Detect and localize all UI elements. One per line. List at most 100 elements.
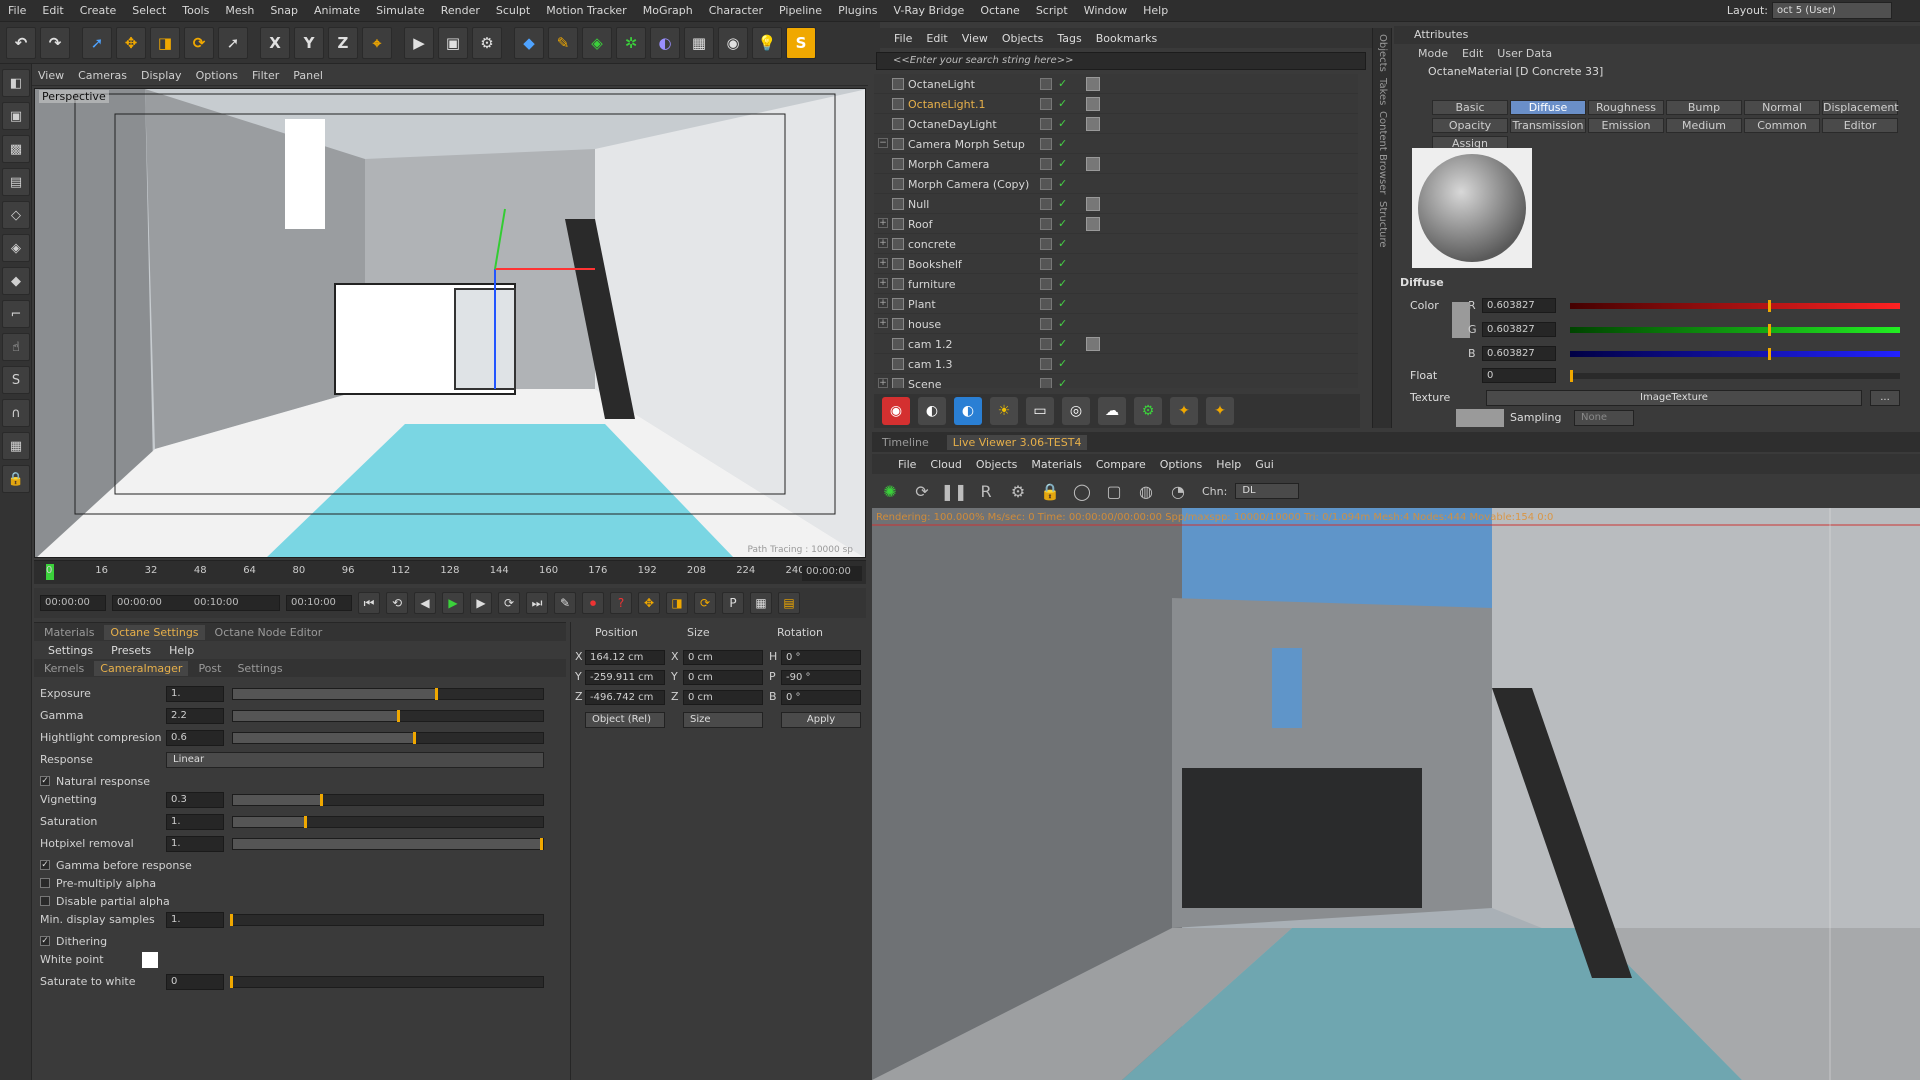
enabled-check-icon[interactable]: ✓ (1058, 237, 1067, 250)
menu-snap[interactable]: Snap (262, 4, 306, 17)
redo-icon[interactable]: ↷ (40, 26, 70, 59)
next-frame-icon[interactable]: ▶ (470, 592, 492, 614)
menu-help[interactable]: Help (1135, 4, 1176, 17)
menu-character[interactable]: Character (701, 4, 771, 17)
record-icon[interactable]: ⏺ (582, 592, 604, 614)
gamma-slider-knob[interactable] (397, 710, 401, 722)
viewer-menu-gui[interactable]: Gui (1255, 458, 1274, 471)
object-row[interactable]: OctaneDayLight ✓ (874, 114, 1358, 134)
object-name[interactable]: cam 1.3 (908, 358, 953, 371)
visibility-icon[interactable] (1040, 78, 1052, 90)
expand-toggle[interactable]: + (878, 218, 888, 228)
key-pla-icon[interactable]: ▦ (750, 592, 772, 614)
menu-window[interactable]: Window (1076, 4, 1135, 17)
object-tag-icon[interactable] (1086, 197, 1100, 211)
layout-select[interactable]: oct 5 (User) (1772, 2, 1892, 19)
side-tab-content-browser[interactable]: Content Browser (1377, 111, 1388, 194)
highlight-compression-slider[interactable] (232, 732, 544, 744)
saturate-to-white-field[interactable]: 0 (166, 974, 224, 990)
coordinate-system-icon[interactable]: ⌖ (362, 26, 392, 59)
prev-frame-icon[interactable]: ◀ (414, 592, 436, 614)
visibility-icon[interactable] (1040, 218, 1052, 230)
enabled-check-icon[interactable]: ✓ (1058, 97, 1067, 110)
subtab-settings[interactable]: Settings (231, 661, 288, 676)
enabled-check-icon[interactable]: ✓ (1058, 117, 1067, 130)
cloner-icon[interactable]: ✲ (616, 26, 646, 59)
b-rotation-field[interactable]: 0 ° (781, 690, 861, 705)
render-picture-viewer-icon[interactable]: ▣ (438, 26, 468, 59)
tab-octane-settings[interactable]: Octane Settings (104, 624, 205, 640)
saturate-to-white-slider-knob[interactable] (230, 976, 233, 988)
object-tag-icon[interactable] (1086, 77, 1100, 91)
object-name[interactable]: OctaneLight.1 (908, 98, 985, 111)
side-tab-takes[interactable]: Takes (1377, 78, 1388, 105)
object-row[interactable]: Morph Camera ✓ (874, 154, 1358, 174)
octane-daylight-icon[interactable]: ☀ (990, 397, 1018, 425)
material-tab-basic[interactable]: Basic (1432, 100, 1508, 115)
grid-icon[interactable]: ▦ (2, 432, 30, 460)
pre-multiply-alpha-checkbox[interactable] (40, 878, 50, 888)
natural-response-checkbox[interactable]: ✓ (40, 776, 50, 786)
subdivision-icon[interactable]: ◈ (582, 26, 612, 59)
visibility-icon[interactable] (1040, 358, 1052, 370)
material-tab-diffuse[interactable]: Diffuse (1510, 100, 1586, 115)
x-size-field[interactable]: 0 cm (683, 650, 763, 665)
expand-toggle[interactable]: + (878, 318, 888, 328)
tweak-icon[interactable]: ☝ (2, 333, 30, 361)
p-rotation-field[interactable]: -90 ° (781, 670, 861, 685)
object-name[interactable]: OctaneDayLight (908, 118, 997, 131)
octane-settings-icon[interactable]: ⚙ (1134, 397, 1162, 425)
y-size-field[interactable]: 0 cm (683, 670, 763, 685)
object-tag-icon[interactable] (1086, 117, 1100, 131)
visibility-icon[interactable] (1040, 298, 1052, 310)
menu-octane[interactable]: Octane (972, 4, 1028, 17)
object-name[interactable]: Plant (908, 298, 936, 311)
menu-sculpt[interactable]: Sculpt (488, 4, 538, 17)
object-name[interactable]: Camera Morph Setup (908, 138, 1025, 151)
material-tab-bump[interactable]: Bump (1666, 100, 1742, 115)
hotpixel-removal-slider-knob[interactable] (540, 838, 543, 850)
octane-glossy-icon[interactable]: ◐ (954, 397, 982, 425)
subtab-post[interactable]: Post (192, 661, 227, 676)
object-menu-view[interactable]: View (962, 32, 988, 45)
visibility-icon[interactable] (1040, 238, 1052, 250)
object-menu-objects[interactable]: Objects (1002, 32, 1044, 45)
exposure-slider[interactable] (232, 688, 544, 700)
vignetting-slider-knob[interactable] (319, 794, 323, 806)
visibility-icon[interactable] (1040, 198, 1052, 210)
r-slider-knob[interactable] (1768, 300, 1771, 312)
light-icon[interactable]: 💡 (752, 26, 782, 59)
object-name[interactable]: Bookshelf (908, 258, 962, 271)
material-tab-opacity[interactable]: Opacity (1432, 118, 1508, 133)
snap-icon[interactable]: S (2, 366, 30, 394)
render-view-icon[interactable]: ▶ (404, 26, 434, 59)
viewport-menu-cameras[interactable]: Cameras (78, 69, 127, 82)
y-position-field[interactable]: -259.911 cm (585, 670, 665, 685)
object-name[interactable]: OctaneLight (908, 78, 975, 91)
attributes-menu-edit[interactable]: Edit (1462, 47, 1483, 60)
menu-motion-tracker[interactable]: Motion Tracker (538, 4, 634, 17)
viewer-menu-cloud[interactable]: Cloud (930, 458, 961, 471)
start-time-field[interactable]: 00:00:00 (40, 595, 106, 611)
disable-partial-alpha-checkbox[interactable] (40, 896, 50, 906)
side-tab-structure[interactable]: Structure (1377, 201, 1388, 248)
viewer-tab-1[interactable]: Live Viewer 3.06-TEST4 (946, 434, 1088, 450)
expand-toggle[interactable]: + (878, 278, 888, 288)
cube-icon[interactable]: ◆ (514, 26, 544, 59)
next-key-icon[interactable]: ⟳ (498, 592, 520, 614)
preview-range-field[interactable]: 00:00:00 00:10:00 (112, 595, 280, 611)
expand-toggle[interactable]: − (878, 138, 888, 148)
coord-mode-select[interactable]: Object (Rel) (585, 712, 665, 728)
visibility-icon[interactable] (1040, 158, 1052, 170)
viewer-menu-file[interactable]: File (898, 458, 916, 471)
texture-button[interactable]: ImageTexture (1486, 390, 1862, 406)
enabled-check-icon[interactable]: ✓ (1058, 377, 1067, 388)
object-name[interactable]: Morph Camera (Copy) (908, 178, 1029, 191)
object-name[interactable]: house (908, 318, 941, 331)
highlight-compression-field[interactable]: 0.6 (166, 730, 224, 746)
visibility-icon[interactable] (1040, 338, 1052, 350)
menu-simulate[interactable]: Simulate (368, 4, 433, 17)
lock-icon[interactable]: 🔒 (2, 465, 30, 493)
expand-toggle[interactable]: + (878, 298, 888, 308)
expand-toggle[interactable]: + (878, 238, 888, 248)
